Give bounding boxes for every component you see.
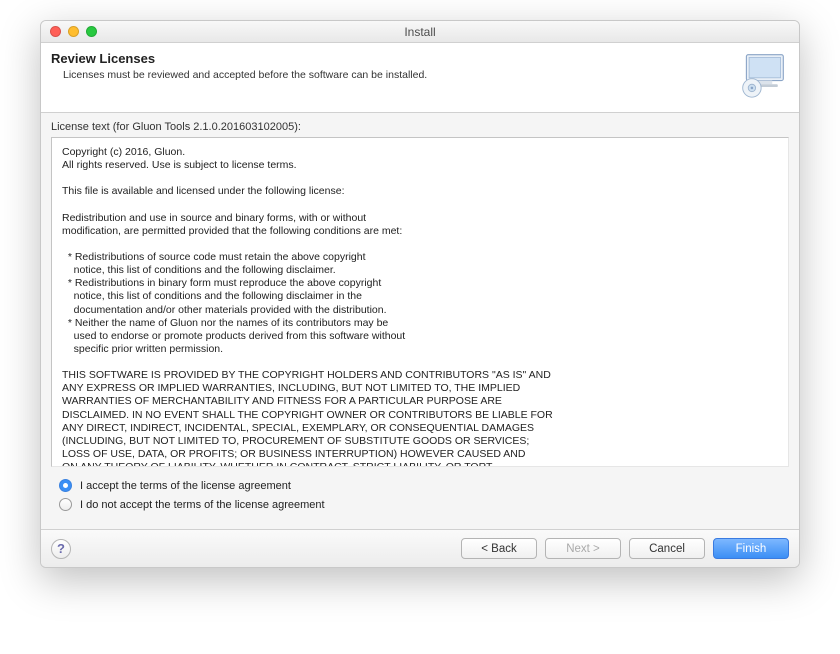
back-button[interactable]: < Back bbox=[461, 538, 537, 559]
installer-icon bbox=[737, 51, 789, 104]
header: Review Licenses Licenses must be reviewe… bbox=[41, 43, 799, 113]
body: License text (for Gluon Tools 2.1.0.2016… bbox=[41, 113, 799, 529]
install-window: Install Review Licenses Licenses must be… bbox=[40, 20, 800, 568]
license-label: License text (for Gluon Tools 2.1.0.2016… bbox=[51, 121, 789, 133]
page-title: Review Licenses bbox=[51, 51, 737, 66]
radio-accept[interactable]: I accept the terms of the license agreem… bbox=[59, 479, 781, 492]
finish-button[interactable]: Finish bbox=[713, 538, 789, 559]
traffic-lights bbox=[41, 26, 97, 37]
license-text-area[interactable]: Copyright (c) 2016, Gluon. All rights re… bbox=[51, 137, 789, 467]
radio-button-icon bbox=[59, 479, 72, 492]
zoom-icon[interactable] bbox=[86, 26, 97, 37]
radio-accept-label: I accept the terms of the license agreem… bbox=[80, 480, 291, 492]
radio-reject[interactable]: I do not accept the terms of the license… bbox=[59, 498, 781, 511]
footer: ? < Back Next > Cancel Finish bbox=[41, 529, 799, 567]
titlebar: Install bbox=[41, 21, 799, 43]
close-icon[interactable] bbox=[50, 26, 61, 37]
radio-reject-label: I do not accept the terms of the license… bbox=[80, 499, 325, 511]
page-subtitle: Licenses must be reviewed and accepted b… bbox=[51, 69, 737, 81]
cancel-button[interactable]: Cancel bbox=[629, 538, 705, 559]
minimize-icon[interactable] bbox=[68, 26, 79, 37]
window-title: Install bbox=[41, 25, 799, 39]
radio-button-icon bbox=[59, 498, 72, 511]
help-button[interactable]: ? bbox=[51, 539, 71, 559]
next-button: Next > bbox=[545, 538, 621, 559]
license-radio-group: I accept the terms of the license agreem… bbox=[51, 467, 789, 521]
